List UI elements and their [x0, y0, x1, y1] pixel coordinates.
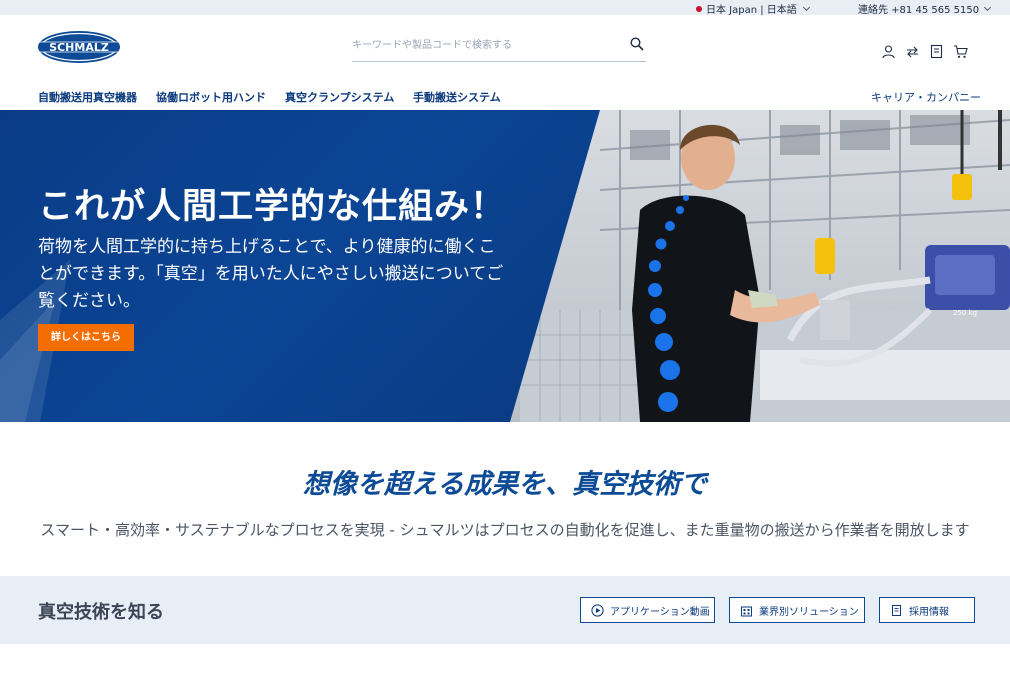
compare-icon[interactable]	[905, 44, 920, 59]
catalog-icon[interactable]	[929, 44, 944, 59]
hero-body: 荷物を人間工学的に持ち上げることで、より健康的に働くことができます。「真空」を用…	[38, 237, 504, 311]
tagline-heading: 想像を超える成果を、真空技術で	[302, 469, 708, 500]
top-utility-bar: 日本 Japan | 日本語 連絡先 +81 45 565 5150	[0, 0, 1010, 16]
application-video-button[interactable]: アプリケーション動画	[580, 597, 715, 623]
play-circle-icon	[591, 603, 604, 617]
band-title: 真空技術を知る	[38, 602, 164, 623]
chevron-down-icon	[802, 3, 810, 11]
main-nav: 自動搬送用真空機器 協働ロボット用ハンド 真空クランプシステム 手動搬送システム	[38, 89, 513, 105]
contact-selector[interactable]: 連絡先 +81 45 565 5150	[858, 1, 992, 16]
chevron-down-icon	[984, 3, 992, 11]
logo-text: SCHMALZ	[49, 41, 109, 54]
search-input[interactable]	[352, 33, 612, 58]
search-bar	[352, 33, 646, 62]
japan-flag-icon	[696, 5, 702, 12]
tagline-subtext: スマート・高効率・サステナブルなプロセスを実現 - シュマルツはプロセスの自動化…	[40, 521, 970, 539]
header-icons	[881, 44, 968, 59]
hero-title: これが人間工学的な仕組み！	[38, 187, 507, 227]
industry-solutions-label: 業界別ソリューション	[759, 606, 859, 618]
language-label: 日本 Japan | 日本語	[706, 5, 797, 16]
device-label: 250 kg	[953, 309, 977, 317]
nav-item-clamping[interactable]: 真空クランプシステム	[285, 89, 413, 105]
hero-cta-button[interactable]: 詳しくはこちら	[38, 324, 134, 351]
contact-label: 連絡先 +81 45 565 5150	[858, 5, 980, 16]
nav-item-cobot[interactable]: 協働ロボット用ハンド	[156, 89, 285, 105]
language-selector[interactable]: 日本 Japan | 日本語	[696, 1, 810, 16]
hero-banner: 250 kg これが人間工学的な仕組み！ 荷物を人間工学的に持ち上げることで、よ…	[0, 110, 1010, 422]
document-icon	[892, 604, 901, 616]
careers-label: 採用情報	[909, 606, 949, 618]
cart-icon[interactable]	[953, 44, 968, 59]
nav-item-career-company[interactable]: キャリア・カンパニー	[871, 89, 981, 105]
nav-item-automation[interactable]: 自動搬送用真空機器	[38, 89, 156, 105]
building-icon	[741, 606, 752, 616]
careers-button[interactable]: 採用情報	[879, 597, 975, 623]
application-video-label: アプリケーション動画	[610, 606, 710, 618]
schmalz-logo[interactable]: SCHMALZ	[37, 30, 121, 64]
learn-vacuum-band: 真空技術を知る アプリケーション動画 業界別ソリューション 採用情報	[0, 576, 1010, 644]
user-icon[interactable]	[881, 44, 896, 59]
industry-solutions-button[interactable]: 業界別ソリューション	[729, 597, 865, 623]
search-icon[interactable]	[630, 37, 644, 51]
nav-item-manual-handling[interactable]: 手動搬送システム	[413, 89, 513, 105]
